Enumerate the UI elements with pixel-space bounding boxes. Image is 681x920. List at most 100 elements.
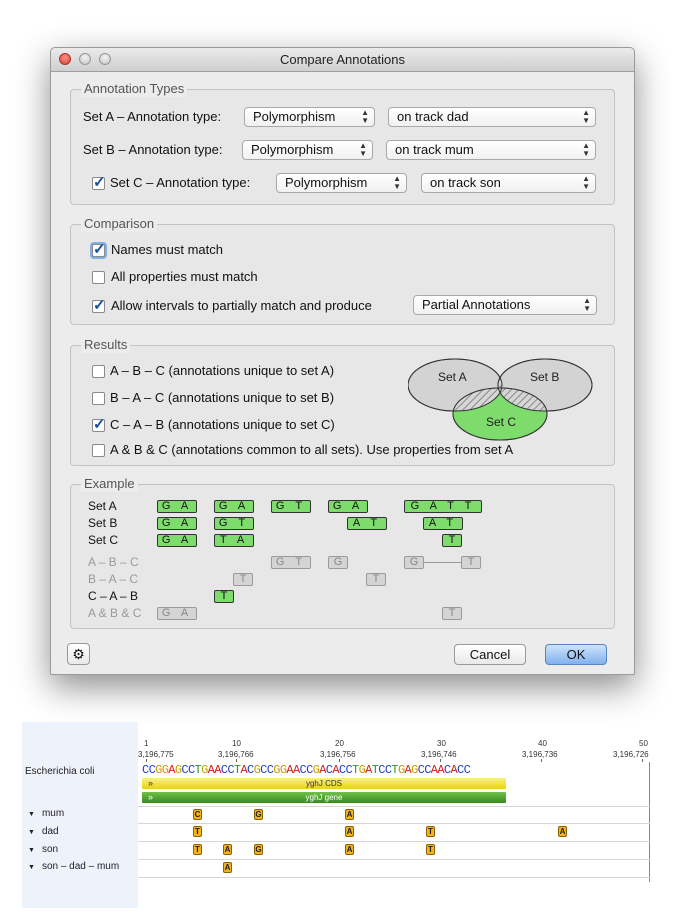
result-c-only-checkbox[interactable] <box>92 415 106 433</box>
example-row-label: Set C <box>88 533 119 547</box>
set-c-checkbox[interactable] <box>92 173 106 191</box>
updown-arrows-icon: ▲ ▼ <box>582 174 590 191</box>
ruler-tick <box>541 759 542 762</box>
ok-button[interactable]: OK <box>545 644 607 665</box>
ruler-coordinate: 3,196,726 <box>613 750 649 759</box>
track-label-son[interactable]: ▼ son <box>28 844 58 855</box>
example-chip: A T <box>347 517 387 530</box>
example-chip: T <box>366 573 386 586</box>
snp-marker[interactable]: T <box>426 826 435 837</box>
ruler-tick <box>642 759 643 762</box>
example-group: Example Set A G A G A G T G A G A T T Se… <box>70 476 615 629</box>
venn-label-c: Set C <box>486 415 516 429</box>
dna-sequence[interactable]: CCGGAGCCTGAACCTACGCCGGAACCGACACCTGATCCTG… <box>142 763 471 777</box>
disclosure-triangle-icon[interactable]: ▼ <box>28 864 35 871</box>
set-b-type-select[interactable]: Polymorphism ▲ ▼ <box>242 140 373 160</box>
snp-marker[interactable]: G <box>254 809 263 820</box>
disclosure-triangle-icon[interactable]: ▼ <box>28 829 35 836</box>
ruler-coordinate: 3,196,746 <box>421 750 457 759</box>
example-row-label: Set B <box>88 516 118 530</box>
cds-annotation[interactable]: » yghJ CDS <box>142 778 506 789</box>
venn-label-a: Set A <box>438 370 467 384</box>
snp-marker[interactable]: A <box>223 844 232 855</box>
comparison-group: Comparison Names must match All properti… <box>70 216 615 325</box>
result-a-only-checkbox[interactable] <box>92 365 105 378</box>
snp-marker[interactable]: A <box>345 844 354 855</box>
snp-marker[interactable]: A <box>345 826 354 837</box>
example-chip: G A <box>157 607 197 620</box>
partial-output-select[interactable]: Partial Annotations ▲ ▼ <box>413 295 597 315</box>
example-chip: G T <box>214 517 254 530</box>
all-properties-checkbox[interactable] <box>92 271 105 284</box>
track-divider <box>138 823 650 824</box>
example-chip: G T <box>271 556 311 569</box>
set-b-track-select[interactable]: on track mum ▲ ▼ <box>386 140 596 160</box>
result-b-only-checkbox[interactable] <box>92 392 105 405</box>
allow-intervals-label: Allow intervals to partially match and p… <box>111 298 372 313</box>
disclosure-triangle-icon[interactable]: ▼ <box>28 811 35 818</box>
dialog-title: Compare Annotations <box>279 52 406 67</box>
snp-marker[interactable]: A <box>223 862 232 873</box>
chevron-right-icon: » <box>148 792 154 802</box>
updown-arrows-icon: ▲ ▼ <box>359 141 367 158</box>
set-a-track-select[interactable]: on track dad ▲ ▼ <box>388 107 596 127</box>
track-label-son-dad-mum[interactable]: ▼ son – dad – mum <box>28 861 119 872</box>
updown-arrows-icon: ▲ ▼ <box>361 108 369 125</box>
all-properties-label: All properties must match <box>111 269 258 284</box>
disclosure-triangle-icon[interactable]: ▼ <box>28 847 35 854</box>
example-chip: G A <box>328 500 368 513</box>
track-label-dad[interactable]: ▼ dad <box>28 826 59 837</box>
snp-marker[interactable]: G <box>254 844 263 855</box>
gene-annotation[interactable]: » yghJ gene <box>142 792 506 803</box>
annotation-types-legend: Annotation Types <box>81 81 188 97</box>
updown-arrows-icon: ▲ ▼ <box>582 108 590 125</box>
ruler-number: 40 <box>538 739 547 748</box>
example-chip: G A <box>157 534 197 547</box>
result-c-only-label: C – A – B (annotations unique to set C) <box>110 417 335 432</box>
venn-diagram: Set A Set B Set C <box>408 358 593 441</box>
ruler-tick <box>339 759 340 762</box>
track-divider <box>138 841 650 842</box>
example-chip: G A <box>157 500 197 513</box>
compare-annotations-dialog: Compare Annotations Annotation Types Set… <box>50 47 635 675</box>
ruler-coordinate: 3,196,736 <box>522 750 558 759</box>
track-label-mum[interactable]: ▼ mum <box>28 808 64 819</box>
set-c-track-select[interactable]: on track son ▲ ▼ <box>421 173 596 193</box>
snp-marker[interactable]: A <box>558 826 567 837</box>
example-row-label: A – B – C <box>88 555 139 569</box>
set-c-type-select[interactable]: Polymorphism ▲ ▼ <box>276 173 407 193</box>
example-connector-line <box>424 562 461 563</box>
example-row-label: A & B & C <box>88 606 142 620</box>
cds-annotation-label: yghJ CDS <box>305 779 342 788</box>
ruler-number: 20 <box>335 739 344 748</box>
updown-arrows-icon: ▲ ▼ <box>583 296 591 313</box>
title-bar[interactable]: Compare Annotations <box>51 48 634 72</box>
cancel-button[interactable]: Cancel <box>454 644 526 665</box>
example-legend: Example <box>81 476 138 492</box>
example-chip: T <box>442 607 462 620</box>
snp-marker[interactable]: C <box>193 809 202 820</box>
example-row-label: Set A <box>88 499 117 513</box>
nucleotide: C <box>463 763 471 777</box>
venn-label-b: Set B <box>530 370 559 384</box>
snp-marker[interactable]: T <box>193 826 202 837</box>
snp-marker[interactable]: T <box>426 844 435 855</box>
ruler-coordinate: 3,196,775 <box>138 750 174 759</box>
comparison-legend: Comparison <box>81 216 158 232</box>
result-b-only-label: B – A – C (annotations unique to set B) <box>110 390 335 405</box>
ruler-coordinate: 3,196,766 <box>218 750 254 759</box>
set-a-type-select[interactable]: Polymorphism ▲ ▼ <box>244 107 375 127</box>
names-must-match-label: Names must match <box>111 242 223 257</box>
snp-marker[interactable]: T <box>193 844 202 855</box>
ruler-tick <box>146 759 147 762</box>
gene-annotation-label: yghJ gene <box>305 793 343 802</box>
example-chip: T <box>233 573 253 586</box>
snp-marker[interactable]: A <box>345 809 354 820</box>
names-must-match-checkbox[interactable] <box>92 240 106 258</box>
example-chip: G <box>328 556 348 569</box>
result-common-checkbox[interactable] <box>92 444 105 457</box>
results-legend: Results <box>81 337 131 353</box>
example-chip: A T <box>423 517 463 530</box>
allow-intervals-checkbox[interactable] <box>92 296 106 314</box>
gear-icon[interactable]: ⚙ <box>67 643 90 665</box>
